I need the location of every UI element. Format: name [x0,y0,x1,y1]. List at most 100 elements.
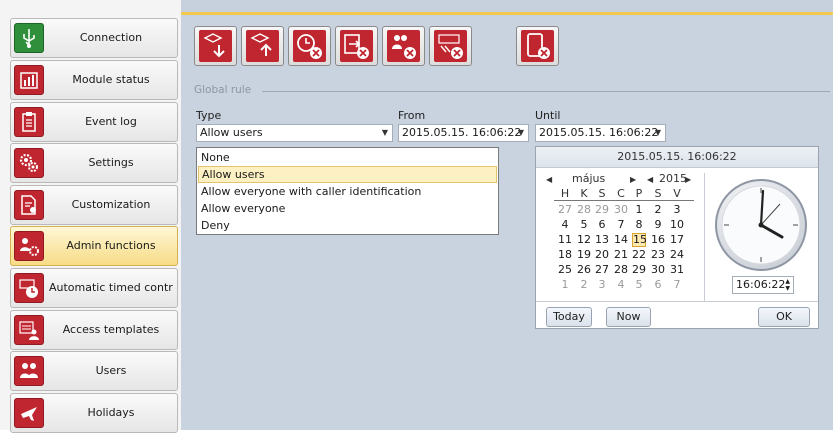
document-settings-icon [14,190,44,220]
calendar-day[interactable]: 26 [577,263,591,277]
calendar-day[interactable]: 19 [577,248,591,262]
calendar-day[interactable]: 23 [651,248,665,262]
sidebar-item-connection[interactable]: Connection [10,18,178,58]
calendar-day[interactable]: 12 [577,233,591,247]
sidebar-item-label: Module status [72,73,150,86]
clear-phone-button[interactable] [516,26,559,66]
calendar-day[interactable]: 27 [558,203,572,217]
prev-month-arrow-icon[interactable]: ◀ [546,172,552,185]
clear-export-button[interactable] [335,26,378,66]
dropdown-option-none[interactable]: None [198,149,497,166]
calendar-day[interactable]: 30 [651,263,665,277]
clear-device-button[interactable] [429,26,472,66]
calendar-day[interactable]: 8 [632,218,646,232]
time-spin-field[interactable]: 16:06:22 ▲ ▼ [732,276,794,294]
sidebar-item-label: Admin functions [66,239,156,252]
calendar-day[interactable]: 25 [558,263,572,277]
calendar-day[interactable]: 7 [614,218,628,232]
calendar-day[interactable]: 31 [670,263,684,277]
chevron-down-icon[interactable]: ▼ [382,125,388,141]
calendar-day[interactable]: 24 [670,248,684,262]
sidebar-item-holidays[interactable]: Holidays [10,393,178,433]
dropdown-option-allow-everyone-caller-id[interactable]: Allow everyone with caller identificatio… [198,183,497,200]
chevron-down-icon[interactable]: ▼ [518,125,524,141]
calendar-day[interactable]: 20 [595,248,609,262]
sidebar: Connection Module status Event log Setti… [0,0,182,433]
dropdown-option-allow-everyone[interactable]: Allow everyone [198,200,497,217]
calendar-day[interactable]: 7 [670,278,684,292]
sidebar-item-event-log[interactable]: Event log [10,102,178,142]
sidebar-item-automatic-timed-control[interactable]: Automatic timed control [10,268,178,308]
next-month-arrow-icon[interactable]: ▶ [630,172,636,185]
next-year-arrow-icon[interactable]: ▶ [685,172,691,185]
calendar-day[interactable]: 3 [595,278,609,292]
sidebar-item-settings[interactable]: Settings [10,143,178,183]
month-label[interactable]: május [572,172,605,185]
sidebar-item-access-templates[interactable]: Access templates [10,310,178,350]
chevron-down-icon[interactable]: ▼ [655,125,661,141]
until-datetime-value: 2015.05.15. 16:06:22 [539,126,659,139]
calendar-day[interactable]: 3 [670,203,684,217]
from-datetime-field[interactable]: 2015.05.15. 16:06:22 ▼ [398,124,529,142]
calendar-day[interactable]: 1 [558,278,572,292]
calendar-day[interactable]: 29 [595,203,609,217]
picker-header: 2015.05.15. 16:06:22 [536,147,818,168]
global-rule-legend: Global rule [194,84,252,96]
clear-phone-icon [521,30,554,62]
calendar-day[interactable]: 22 [632,248,646,262]
dropdown-option-deny[interactable]: Deny [198,217,497,234]
clipboard-icon [14,107,44,137]
calendar-users-icon [14,315,44,345]
gears-icon [14,148,44,178]
until-datetime-field[interactable]: 2015.05.15. 16:06:22 ▼ [535,124,666,142]
calendar-day[interactable]: 30 [614,203,628,217]
calendar-day[interactable]: 2 [577,278,591,292]
calendar-day[interactable]: 1 [632,203,646,217]
sidebar-item-label: Holidays [87,406,135,419]
calendar-day[interactable]: 29 [632,263,646,277]
sidebar-item-users[interactable]: Users [10,351,178,391]
calendar-day[interactable]: 13 [595,233,609,247]
analog-clock-icon [715,179,807,271]
clear-users-button[interactable] [382,26,425,66]
ok-button[interactable]: OK [758,307,810,327]
dropdown-option-allow-users[interactable]: Allow users [198,166,497,183]
calendar-day[interactable]: 4 [614,278,628,292]
calendar-day[interactable]: 6 [595,218,609,232]
sidebar-item-customization[interactable]: Customization [10,185,178,225]
calendar-day[interactable]: 2 [651,203,665,217]
calendar-day[interactable]: 11 [558,233,572,247]
upload-from-device-icon [246,30,279,62]
device-clock-icon [14,273,44,303]
calendar-day[interactable]: 28 [577,203,591,217]
calendar-day[interactable]: 21 [614,248,628,262]
spin-up-down-icon[interactable]: ▲ ▼ [785,278,790,292]
weekday-header: C [617,187,625,200]
calendar-day[interactable]: 6 [651,278,665,292]
calendar-day[interactable]: 18 [558,248,572,262]
calendar-day[interactable]: 5 [632,278,646,292]
calendar-day[interactable]: 14 [614,233,628,247]
calendar-day[interactable]: 9 [651,218,665,232]
time-value: 16:06:22 [736,278,786,291]
calendar-day[interactable]: 16 [651,233,665,247]
type-select-value: Allow users [200,126,263,139]
sidebar-item-label: Automatic timed control [49,281,173,294]
calendar-day[interactable]: 5 [577,218,591,232]
calendar-day[interactable]: 27 [595,263,609,277]
sidebar-item-module-status[interactable]: Module status [10,60,178,100]
calendar-day[interactable]: 15 [632,233,647,247]
now-button[interactable]: Now [606,307,651,327]
sidebar-item-admin-functions[interactable]: Admin functions [10,226,178,266]
calendar-day[interactable]: 10 [670,218,684,232]
upload-from-device-button[interactable] [241,26,284,66]
prev-year-arrow-icon[interactable]: ◀ [647,172,653,185]
today-button[interactable]: Today [546,307,592,327]
clear-timer-button[interactable] [288,26,331,66]
type-select[interactable]: Allow users ▼ [196,124,393,142]
calendar-day[interactable]: 28 [614,263,628,277]
download-to-device-button[interactable] [194,26,237,66]
year-label[interactable]: 2015 [659,172,687,185]
calendar-day[interactable]: 17 [670,233,684,247]
calendar-day[interactable]: 4 [558,218,572,232]
